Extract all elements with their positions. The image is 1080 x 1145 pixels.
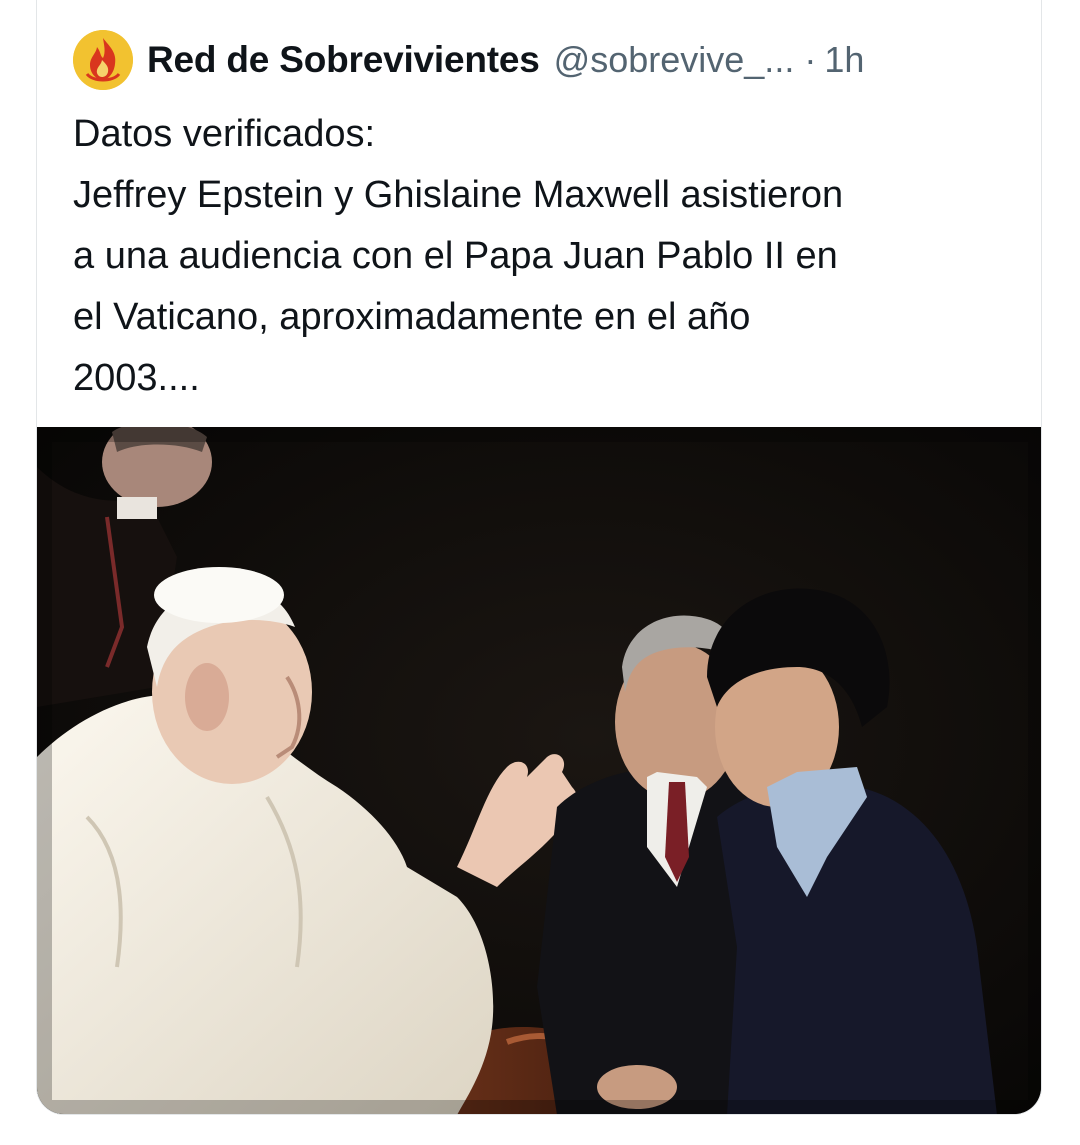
tweet-text-line: Jeffrey Epstein y Ghislaine Maxwell asis… [73,174,844,216]
tweet-text-line: Datos verificados: [73,113,376,155]
author-handle[interactable]: @sobrevive_... [554,39,795,81]
author-name[interactable]: Red de Sobrevivientes [147,39,540,81]
tweet-text-line: el Vaticano, aproximadamente en el año [73,296,751,338]
separator-dot: · [804,39,817,80]
photo-image [37,427,1041,1114]
tweet-text-line: a una audiencia con el Papa Juan Pablo I… [73,235,838,277]
tweet-card[interactable]: Red de Sobrevivientes @sobrevive_... · 1… [36,0,1042,1115]
avatar[interactable] [73,30,133,90]
tweet-timestamp[interactable]: 1h [824,39,864,81]
tweet-text-line: 2003.... [73,357,200,399]
tweet-header: Red de Sobrevivientes @sobrevive_... · 1… [73,30,1011,90]
flame-logo-icon [73,30,133,90]
tweet-text: Datos verificados: Jeffrey Epstein y Ghi… [73,104,1018,409]
tweet-photo[interactable] [37,427,1041,1114]
